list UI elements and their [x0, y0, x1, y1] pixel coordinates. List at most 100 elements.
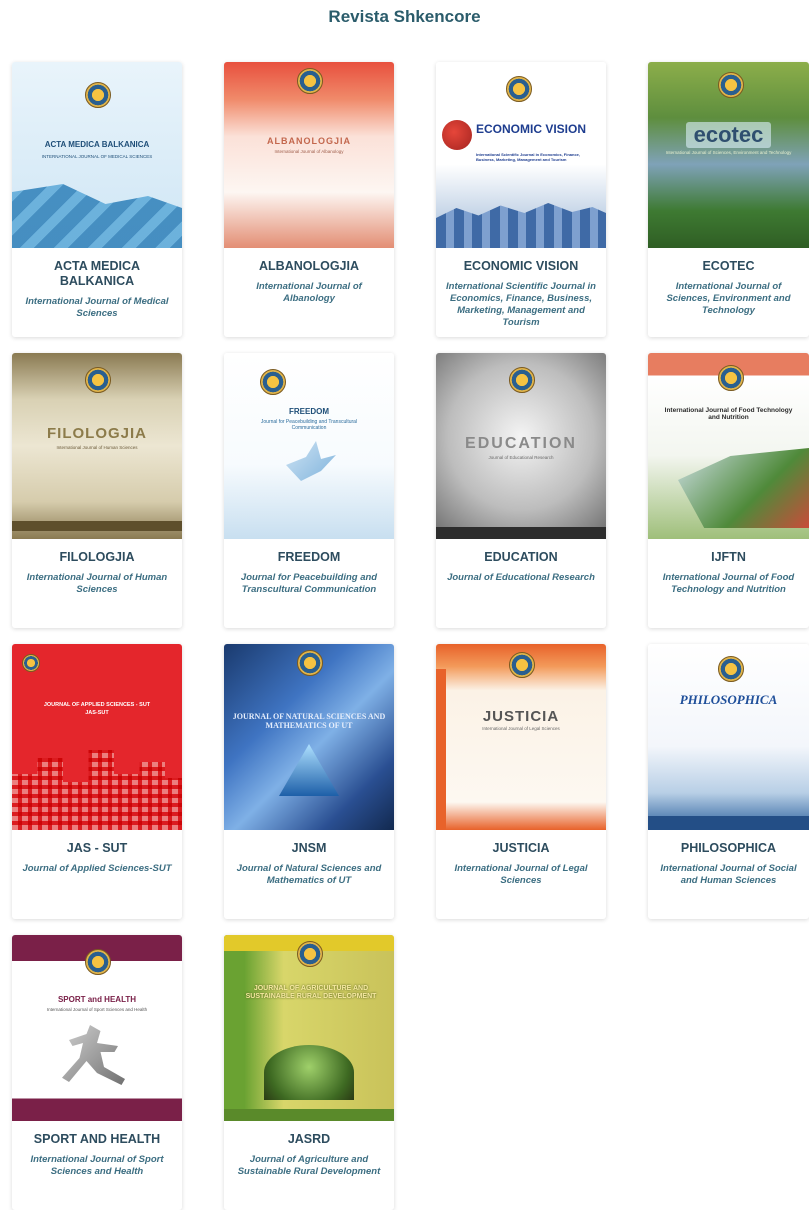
- journal-title[interactable]: JUSTICIA: [442, 841, 600, 856]
- journal-title[interactable]: IJFTN: [654, 550, 803, 565]
- journal-title[interactable]: ECOTEC: [654, 259, 803, 274]
- journal-cover-image[interactable]: JUSTICIA International Journal of Legal …: [436, 644, 606, 830]
- university-emblem-icon: [85, 367, 111, 393]
- cover-side-strip: [436, 669, 446, 830]
- triangle-graphic: [279, 744, 339, 796]
- journal-title[interactable]: JASRD: [230, 1132, 388, 1147]
- journal-cover-image[interactable]: PHILOSOPHICA: [648, 644, 809, 830]
- journal-subtitle: International Journal of Sciences, Envir…: [666, 281, 791, 316]
- cover-title: ecotec: [686, 122, 771, 148]
- university-emblem-icon: [297, 941, 323, 967]
- journal-cover-image[interactable]: FILOLOGJIA International Journal of Huma…: [12, 353, 182, 539]
- journal-cover-image[interactable]: EDUCATION Journal of Educational Researc…: [436, 353, 606, 539]
- cover-subtitle: International Journal of Human Sciences: [56, 445, 138, 450]
- journal-title[interactable]: FREEDOM: [230, 550, 388, 565]
- journal-card-economic-vision[interactable]: ECONOMIC VISION International Scientific…: [436, 62, 606, 337]
- journal-title[interactable]: SPORT AND HEALTH: [18, 1132, 176, 1147]
- journal-title[interactable]: FILOLOGJIA: [18, 550, 176, 565]
- journal-cover-image[interactable]: SPORT and HEALTH International Journal o…: [12, 935, 182, 1121]
- cover-footer-strip: [436, 527, 606, 539]
- university-emblem-icon: [509, 367, 535, 393]
- cover-subtitle: INTERNATIONAL JOURNAL OF MEDICAL SCIENCE…: [41, 154, 153, 159]
- journal-card-albanologjia[interactable]: ALBANOLOGJIA International Journal of Al…: [224, 62, 394, 337]
- university-emblem-icon: [260, 369, 286, 395]
- cover-title: JOURNAL OF NATURAL SCIENCES AND MATHEMAT…: [232, 712, 386, 730]
- page-title: Revista Shkencore: [328, 7, 481, 26]
- journal-subtitle: Journal of Natural Sciences and Mathemat…: [236, 863, 382, 886]
- cover-title: EDUCATION: [465, 435, 577, 452]
- people-silhouettes-graphic: [436, 203, 606, 248]
- cover-footer-strip: [648, 816, 809, 830]
- journal-subtitle: International Journal of Legal Sciences: [454, 863, 588, 886]
- journal-cover-image[interactable]: JOURNAL OF APPLIED SCIENCES - SUT JAS-SU…: [12, 644, 182, 830]
- seedling-graphic: [264, 1045, 354, 1100]
- journal-title[interactable]: JAS - SUT: [18, 841, 176, 856]
- journal-card-jnsm[interactable]: JOURNAL OF NATURAL SCIENCES AND MATHEMAT…: [224, 644, 394, 919]
- journal-subtitle: International Journal of Food Technology…: [662, 572, 795, 595]
- journal-subtitle: Journal of Educational Research: [447, 572, 595, 583]
- journal-card-ecotec[interactable]: ecotec International Journal of Sciences…: [648, 62, 809, 337]
- journal-card-jasrd[interactable]: JOURNAL OF AGRICULTURE AND SUSTAINABLE R…: [224, 935, 394, 1210]
- cover-subtitle: International Journal of Sciences, Envir…: [665, 150, 792, 155]
- journal-card-acta-medica-balkanica[interactable]: ACTA MEDICA BALKANICA INTERNATIONAL JOUR…: [12, 62, 182, 337]
- university-emblem-icon: [718, 365, 744, 391]
- university-emblem-icon: [297, 68, 323, 94]
- cover-subtitle: Journal of Educational Research: [488, 455, 554, 460]
- university-emblem-icon: [506, 76, 532, 102]
- journal-subtitle: Journal of Agriculture and Sustainable R…: [237, 1154, 381, 1177]
- journal-card-education[interactable]: EDUCATION Journal of Educational Researc…: [436, 353, 606, 628]
- dove-icon: [286, 441, 336, 481]
- journal-subtitle: International Journal of Human Sciences: [26, 572, 168, 595]
- cover-footer-strip: [224, 1109, 394, 1121]
- journal-card-jas-sut[interactable]: JOURNAL OF APPLIED SCIENCES - SUT JAS-SU…: [12, 644, 182, 919]
- pixel-city-graphic: [12, 750, 182, 830]
- journal-card-filologjia[interactable]: FILOLOGJIA International Journal of Huma…: [12, 353, 182, 628]
- university-emblem-icon: [85, 949, 111, 975]
- cover-title: PHILOSOPHICA: [679, 692, 778, 707]
- cover-title: ECONOMIC VISION: [476, 122, 587, 136]
- cover-title: ACTA MEDICA BALKANICA: [44, 140, 150, 149]
- journal-subtitle: International Journal of Social and Huma…: [660, 863, 797, 886]
- journal-cover-image[interactable]: JOURNAL OF AGRICULTURE AND SUSTAINABLE R…: [224, 935, 394, 1121]
- university-emblem-icon: [85, 82, 111, 108]
- journal-cover-image[interactable]: ecotec International Journal of Sciences…: [648, 62, 809, 248]
- cover-title: ALBANOLOGJIA: [267, 136, 351, 146]
- journal-title[interactable]: PHILOSOPHICA: [654, 841, 803, 856]
- journal-card-sport-and-health[interactable]: SPORT and HEALTH International Journal o…: [12, 935, 182, 1210]
- journal-cover-image[interactable]: FREEDOM Journal for Peacebuilding and Tr…: [224, 353, 394, 539]
- cover-subtitle: International Scientific Journal in Econ…: [476, 152, 581, 162]
- journal-subtitle: International Journal of Albanology: [256, 281, 362, 304]
- journal-card-ijftn[interactable]: International Journal of Food Technology…: [648, 353, 809, 628]
- journal-title[interactable]: ACTA MEDICA BALKANICA: [18, 259, 176, 289]
- journal-subtitle: International Scientific Journal in Econ…: [446, 281, 596, 328]
- journal-cover-image[interactable]: International Journal of Food Technology…: [648, 353, 809, 539]
- journal-card-philosophica[interactable]: PHILOSOPHICA PHILOSOPHICA International …: [648, 644, 809, 919]
- journal-title[interactable]: JNSM: [230, 841, 388, 856]
- journal-cover-image[interactable]: ECONOMIC VISION International Scientific…: [436, 62, 606, 248]
- journal-title[interactable]: ECONOMIC VISION: [442, 259, 600, 274]
- journal-subtitle: Journal for Peacebuilding and Transcultu…: [240, 572, 378, 595]
- cover-subtitle: Journal for Peacebuilding and Transcultu…: [260, 419, 358, 431]
- journal-title[interactable]: ALBANOLOGJIA: [230, 259, 388, 274]
- university-emblem-icon: [297, 650, 323, 676]
- cover-subtitle: International Journal of Legal Sciences: [482, 726, 560, 731]
- runner-icon: [62, 1025, 125, 1085]
- journal-cover-image[interactable]: ALBANOLOGJIA International Journal of Al…: [224, 62, 394, 248]
- journal-cover-image[interactable]: ACTA MEDICA BALKANICA INTERNATIONAL JOUR…: [12, 62, 182, 248]
- journal-cover-image[interactable]: JOURNAL OF NATURAL SCIENCES AND MATHEMAT…: [224, 644, 394, 830]
- cover-title: JOURNAL OF AGRICULTURE AND SUSTAINABLE R…: [245, 985, 377, 1000]
- food-lab-graphic: [678, 448, 809, 528]
- university-emblem-icon: [509, 652, 535, 678]
- journal-card-justicia[interactable]: JUSTICIA International Journal of Legal …: [436, 644, 606, 919]
- journal-subtitle: International Journal of Medical Science…: [25, 296, 169, 319]
- cover-subtitle: International Journal of Albanology: [274, 149, 344, 154]
- cover-title: FILOLOGJIA: [47, 425, 147, 442]
- journal-subtitle: Journal of Applied Sciences-SUT: [22, 863, 172, 874]
- journal-card-freedom[interactable]: FREEDOM Journal for Peacebuilding and Tr…: [224, 353, 394, 628]
- university-emblem-icon: [22, 654, 40, 672]
- cover-subtitle: JAS-SUT: [85, 710, 109, 716]
- cover-subtitle: International Journal of Sport Sciences …: [46, 1007, 148, 1012]
- journal-title[interactable]: EDUCATION: [442, 550, 600, 565]
- journal-subtitle: International Journal of Sport Sciences …: [30, 1154, 164, 1177]
- cover-footer-strip: [12, 521, 182, 531]
